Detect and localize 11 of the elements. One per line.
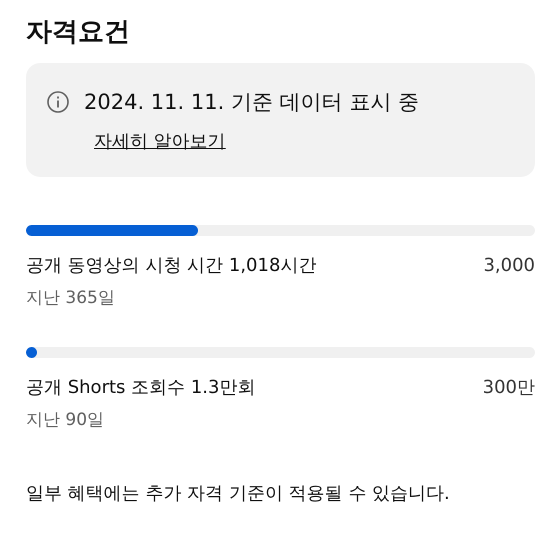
metric-period: 지난 90일	[26, 409, 106, 432]
eligibility-note: 일부 혜택에는 추가 자격 기준이 적용될 수 있습니다.	[26, 482, 451, 506]
section-title: 자격요건	[26, 16, 131, 49]
metric-target: 3,000	[483, 254, 535, 278]
notice-text: 2024. 11. 11. 기준 데이터 표시 중	[84, 89, 419, 116]
learn-more-link[interactable]: 자세히 알아보기	[94, 129, 226, 155]
metric-label: 공개 Shorts 조회수 1.3만회	[26, 376, 256, 400]
metric-label: 공개 동영상의 시청 시간 1,018시간	[26, 254, 316, 278]
metric-target: 300만	[482, 376, 535, 400]
info-icon	[46, 90, 70, 114]
metric-period: 지난 365일	[26, 287, 116, 310]
